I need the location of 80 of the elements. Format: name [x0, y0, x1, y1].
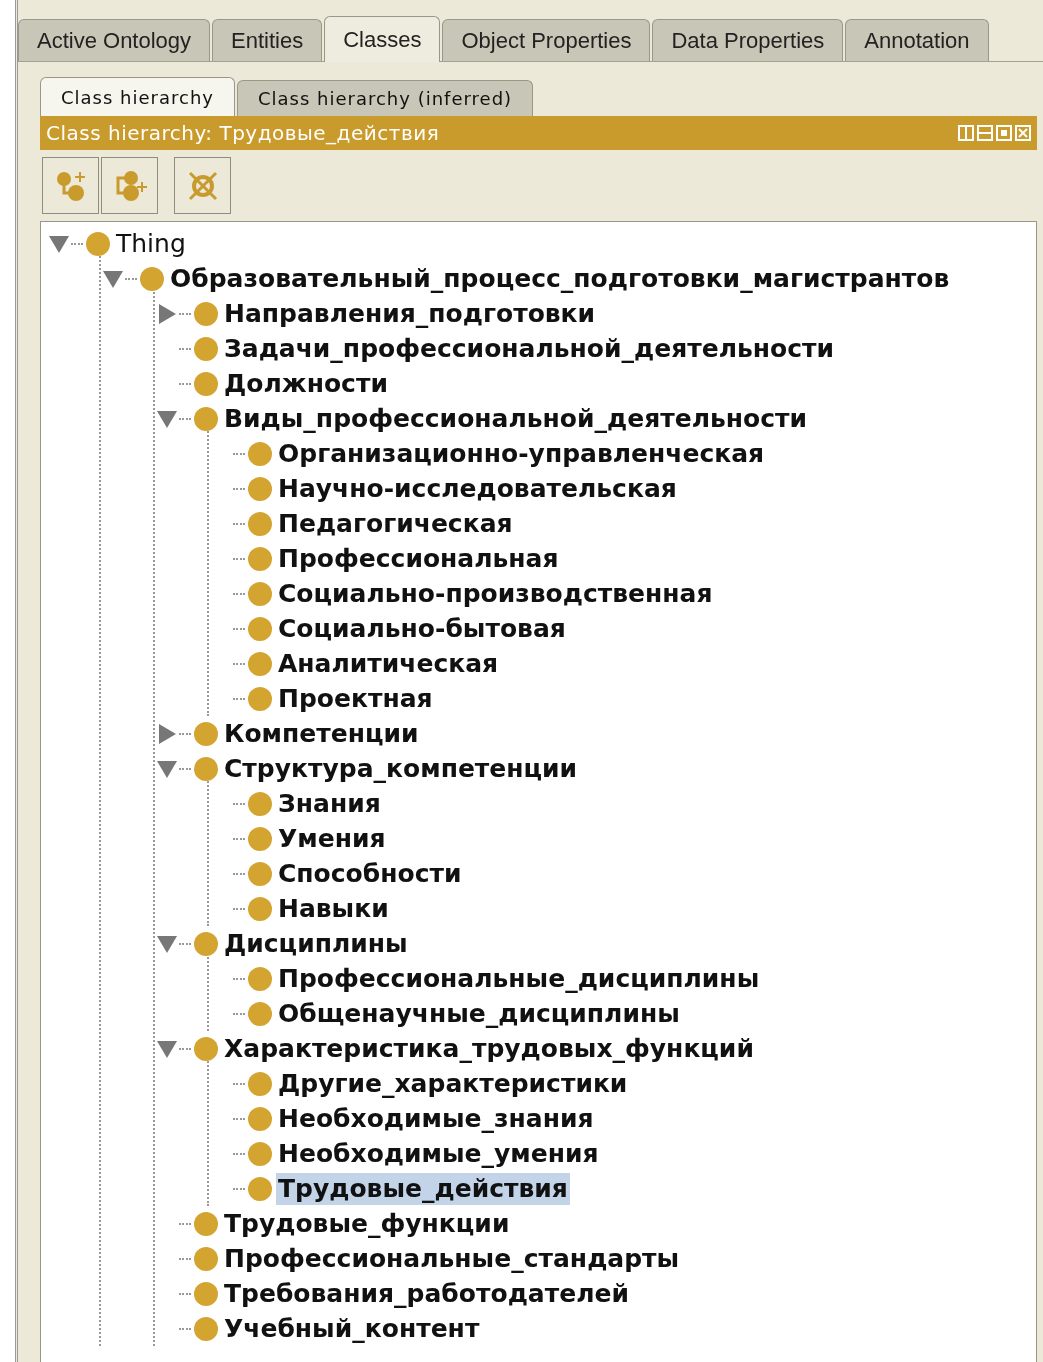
class-label[interactable]: Дисциплины: [222, 927, 410, 960]
class-icon: [247, 825, 273, 852]
class-label[interactable]: Thing: [114, 227, 188, 260]
class-label[interactable]: Общенаучные_дисциплины: [276, 997, 682, 1030]
class-icon: [193, 1210, 219, 1237]
class-icon: [247, 790, 273, 817]
class-icon: [247, 1140, 273, 1167]
class-label[interactable]: Организационно-управленческая: [276, 437, 767, 470]
class-label[interactable]: Профессиональные_дисциплины: [276, 962, 762, 995]
class-icon: [193, 1280, 219, 1307]
tab[interactable]: Annotation: [845, 19, 989, 61]
class-icon: [247, 1105, 273, 1132]
maximize-icon[interactable]: [996, 125, 1012, 141]
class-label[interactable]: Умения: [276, 822, 388, 855]
class-label[interactable]: Виды_профессиональной_деятельности: [222, 402, 810, 435]
class-icon: [247, 1175, 273, 1202]
tab[interactable]: Object Properties: [442, 19, 651, 61]
class-label[interactable]: Необходимые_умения: [276, 1137, 601, 1170]
view-title: Class hierarchy: Трудовые_действия: [46, 121, 440, 145]
class-icon: [193, 1245, 219, 1272]
class-label[interactable]: Структура_компетенции: [222, 752, 580, 785]
class-label[interactable]: Другие_характеристики: [276, 1067, 630, 1100]
class-icon: [247, 545, 273, 572]
class-label[interactable]: Необходимые_знания: [276, 1102, 596, 1135]
delete-class-button[interactable]: [174, 157, 231, 214]
class-icon: [193, 405, 219, 432]
class-label[interactable]: Социально-производственная: [276, 577, 715, 610]
class-icon: [247, 1070, 273, 1097]
class-icon: [193, 1035, 219, 1062]
class-label[interactable]: Направления_подготовки: [222, 297, 598, 330]
class-icon: [247, 615, 273, 642]
class-icon: [247, 650, 273, 677]
class-icon: [247, 475, 273, 502]
class-icon: [247, 860, 273, 887]
tab[interactable]: Class hierarchy: [40, 77, 235, 116]
class-label[interactable]: Трудовые_действия: [276, 1172, 570, 1205]
close-icon[interactable]: [1015, 125, 1031, 141]
tab[interactable]: Classes: [324, 16, 441, 62]
add-subclass-button[interactable]: [42, 157, 99, 214]
class-label[interactable]: Должности: [222, 367, 390, 400]
class-icon: [247, 440, 273, 467]
class-icon: [85, 230, 111, 257]
class-label[interactable]: Характеристика_трудовых_функций: [222, 1032, 756, 1065]
class-icon: [139, 265, 165, 292]
class-label[interactable]: Профессиональная: [276, 542, 561, 575]
class-label[interactable]: Компетенции: [222, 717, 421, 750]
class-label[interactable]: Педагогическая: [276, 507, 515, 540]
class-label[interactable]: Научно-исследовательская: [276, 472, 679, 505]
class-label[interactable]: Профессиональные_стандарты: [222, 1242, 682, 1275]
tab[interactable]: Class hierarchy (inferred): [236, 80, 534, 116]
class-icon: [247, 510, 273, 537]
class-label[interactable]: Учебный_контент: [222, 1312, 482, 1345]
split-vertical-icon[interactable]: [958, 125, 974, 141]
split-horizontal-icon[interactable]: [977, 125, 993, 141]
class-icon: [193, 1315, 219, 1342]
add-sibling-button[interactable]: [101, 157, 158, 214]
class-icon: [247, 1000, 273, 1027]
class-label[interactable]: Образовательный_процесс_подготовки_магистрантов: [168, 262, 952, 295]
class-icon: [193, 930, 219, 957]
class-icon: [193, 755, 219, 782]
class-icon: [247, 685, 273, 712]
class-icon: [247, 965, 273, 992]
class-label[interactable]: Способности: [276, 857, 464, 890]
class-icon: [193, 335, 219, 362]
class-label[interactable]: Аналитическая: [276, 647, 501, 680]
class-label[interactable]: Навыки: [276, 892, 391, 925]
class-icon: [247, 895, 273, 922]
tab[interactable]: Active Ontology: [18, 19, 211, 61]
tab[interactable]: Data Properties: [652, 19, 844, 61]
class-label[interactable]: Требования_работодателей: [222, 1277, 631, 1310]
class-icon: [193, 720, 219, 747]
class-label[interactable]: Проектная: [276, 682, 435, 715]
class-icon: [247, 580, 273, 607]
tab[interactable]: Entities: [212, 19, 323, 61]
class-icon: [193, 370, 219, 397]
class-label[interactable]: Трудовые_функции: [222, 1207, 512, 1240]
class-icon: [193, 300, 219, 327]
class-label[interactable]: Знания: [276, 787, 383, 820]
class-label[interactable]: Социально-бытовая: [276, 612, 568, 645]
class-label[interactable]: Задачи_профессиональной_деятельности: [222, 332, 837, 365]
